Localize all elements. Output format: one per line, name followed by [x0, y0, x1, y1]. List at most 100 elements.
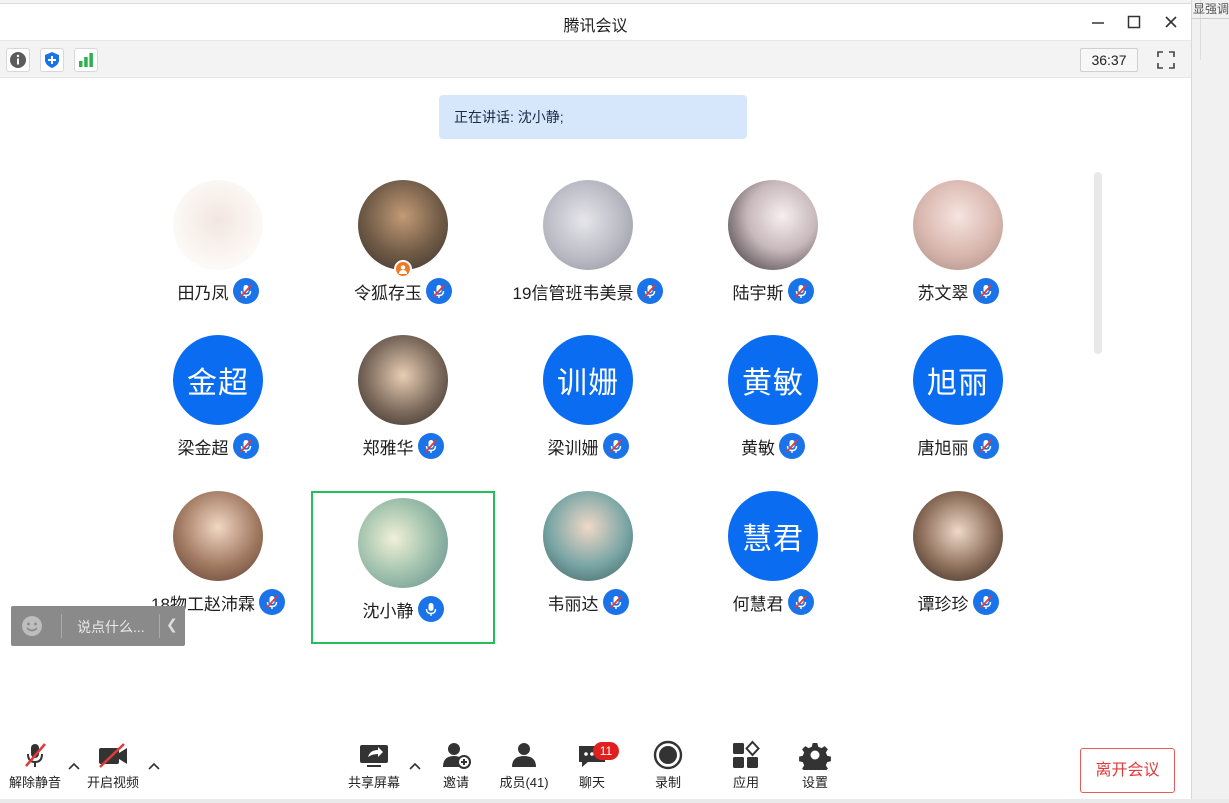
unmute-button[interactable]: 解除静音: [0, 738, 70, 796]
desktop-background-text: 显强调: [1193, 2, 1229, 16]
security-button[interactable]: [40, 48, 64, 72]
members-button[interactable]: 成员(41): [489, 738, 559, 796]
members-icon: [512, 743, 536, 767]
participant-tile[interactable]: 韦丽达: [496, 491, 680, 644]
emoji-icon[interactable]: [21, 615, 43, 637]
participant-name: 郑雅华: [362, 438, 414, 458]
participant-name: 19信管班韦美景: [512, 283, 634, 303]
mic-muted-icon: [602, 433, 629, 459]
apps-grid-icon: [733, 740, 760, 768]
participant-tile[interactable]: 田乃凤: [126, 180, 310, 333]
apps-button[interactable]: 应用: [711, 738, 781, 796]
participant-name: 田乃凤: [177, 283, 229, 303]
unread-count-badge: 11: [593, 742, 619, 760]
start-video-button[interactable]: 开启视频: [78, 738, 148, 796]
participant-name: 梁训姗: [547, 438, 599, 458]
apps-label: 应用: [732, 775, 759, 790]
invite-label: 邀请: [442, 775, 469, 790]
mic-muted-icon: [232, 433, 259, 459]
caret-up-icon: [148, 762, 160, 770]
fullscreen-icon: [1157, 51, 1175, 69]
participant-tile[interactable]: 沈小静: [311, 491, 495, 644]
mic-muted-icon: [232, 278, 259, 304]
participant-tile[interactable]: 苏文翠: [866, 180, 1050, 333]
fullscreen-button[interactable]: [1154, 48, 1178, 72]
mic-muted-icon: [779, 433, 805, 459]
initials-avatar: 黄敏: [728, 335, 818, 425]
invite-button[interactable]: 邀请: [421, 738, 491, 796]
chat-input-divider: [61, 614, 62, 638]
participant-name-row: 黄敏: [681, 433, 865, 459]
chat-input-bar[interactable]: 说点什么... ❮: [11, 606, 185, 646]
participant-tile[interactable]: 训姗梁训姗: [496, 335, 680, 488]
share-screen-icon: [360, 745, 388, 767]
mic-muted-icon: [602, 589, 629, 615]
leave-meeting-button[interactable]: 离开会议: [1080, 748, 1175, 793]
participant-name-row: 梁金超: [126, 433, 310, 459]
participant-tile[interactable]: 郑雅华: [311, 335, 495, 488]
participant-tile[interactable]: 谭珍珍: [866, 491, 1050, 644]
record-icon: [653, 740, 683, 770]
participant-tile[interactable]: 慧君 何慧君: [681, 491, 865, 644]
meeting-info-toolbar: 36:37: [0, 40, 1191, 78]
desktop-background-divider: [1191, 18, 1229, 19]
host-badge-icon: [394, 260, 412, 278]
participant-name: 梁金超: [177, 438, 229, 458]
maximize-button[interactable]: [1122, 10, 1146, 34]
initials-avatar: 旭丽: [913, 335, 1003, 425]
chat-input-placeholder[interactable]: 说点什么...: [77, 617, 145, 637]
participant-tile[interactable]: 金超梁金超: [126, 335, 310, 488]
share-screen-button[interactable]: 共享屏幕: [339, 738, 409, 796]
initials-avatar: 训姗: [543, 335, 633, 425]
shield-icon: [45, 52, 59, 68]
participant-tile[interactable]: 19信管班韦美景: [496, 180, 680, 333]
initials-avatar: 慧君: [728, 491, 818, 581]
unmute-label: 解除静音: [8, 775, 61, 790]
participant-name: 谭珍珍: [917, 594, 969, 614]
close-button[interactable]: [1159, 10, 1183, 34]
video-options-caret[interactable]: [146, 758, 162, 774]
participant-name: 黄敏: [741, 438, 775, 458]
active-speaker-banner: 正在讲话: 沈小静;: [439, 95, 747, 139]
collapse-chevron-icon[interactable]: ❮: [166, 616, 178, 633]
participant-name-row: 苏文翠: [866, 278, 1050, 304]
minimize-button[interactable]: [1086, 10, 1110, 34]
participant-name-row: 令狐存玉: [311, 278, 495, 304]
share-screen-label: 共享屏幕: [347, 775, 400, 790]
participant-tile[interactable]: 黄敏 黄敏: [681, 335, 865, 488]
girl-photo-avatar: [913, 180, 1003, 270]
participant-name: 陆宇斯: [732, 283, 784, 303]
scrollbar[interactable]: [1094, 172, 1102, 354]
mic-muted-icon: [787, 589, 814, 615]
gear-icon: [799, 743, 831, 770]
add-person-icon: [443, 743, 471, 769]
bottom-control-bar: 解除静音 开启视频 共享屏幕 邀请 成员(41) 聊天 录制 应用 设置: [0, 730, 1191, 799]
participant-tile[interactable]: 旭丽 唐旭丽: [866, 335, 1050, 488]
settings-button[interactable]: 设置: [780, 738, 850, 796]
title-bar: 腾讯会议: [0, 4, 1191, 40]
participant-name: 苏文翠: [917, 283, 969, 303]
anime-boy-photo-avatar: [173, 491, 263, 581]
window-title: 腾讯会议: [563, 18, 628, 35]
mic-on-icon: [417, 596, 444, 622]
mic-muted-icon: [972, 278, 999, 304]
chat-input-divider: [159, 614, 160, 638]
chat-label: 聊天: [578, 775, 605, 790]
participant-name-row: 唐旭丽: [866, 433, 1050, 459]
participant-tile[interactable]: 陆宇斯: [681, 180, 865, 333]
record-button[interactable]: 录制: [633, 738, 703, 796]
meeting-timer: 36:37: [1080, 48, 1138, 72]
meeting-window: 腾讯会议 36:37 正在讲话: 沈小静; 田乃凤 令狐存玉 19信管班韦美景 陆宇斯…: [0, 4, 1191, 799]
participant-name-row: 陆宇斯: [681, 278, 865, 304]
mic-muted-icon: [258, 589, 285, 615]
participant-name-row: 梁训姗: [496, 433, 680, 459]
cartoon-photo-avatar: [173, 180, 263, 270]
participant-tile[interactable]: 令狐存玉: [311, 180, 495, 333]
minimize-icon: [1092, 22, 1104, 24]
meeting-info-button[interactable]: [6, 48, 30, 72]
network-status-button[interactable]: [74, 48, 98, 72]
mic-muted-icon: [787, 278, 814, 304]
mic-muted-icon: [426, 278, 452, 304]
anime-photo-avatar: [728, 180, 818, 270]
initials-avatar: 金超: [173, 335, 263, 425]
